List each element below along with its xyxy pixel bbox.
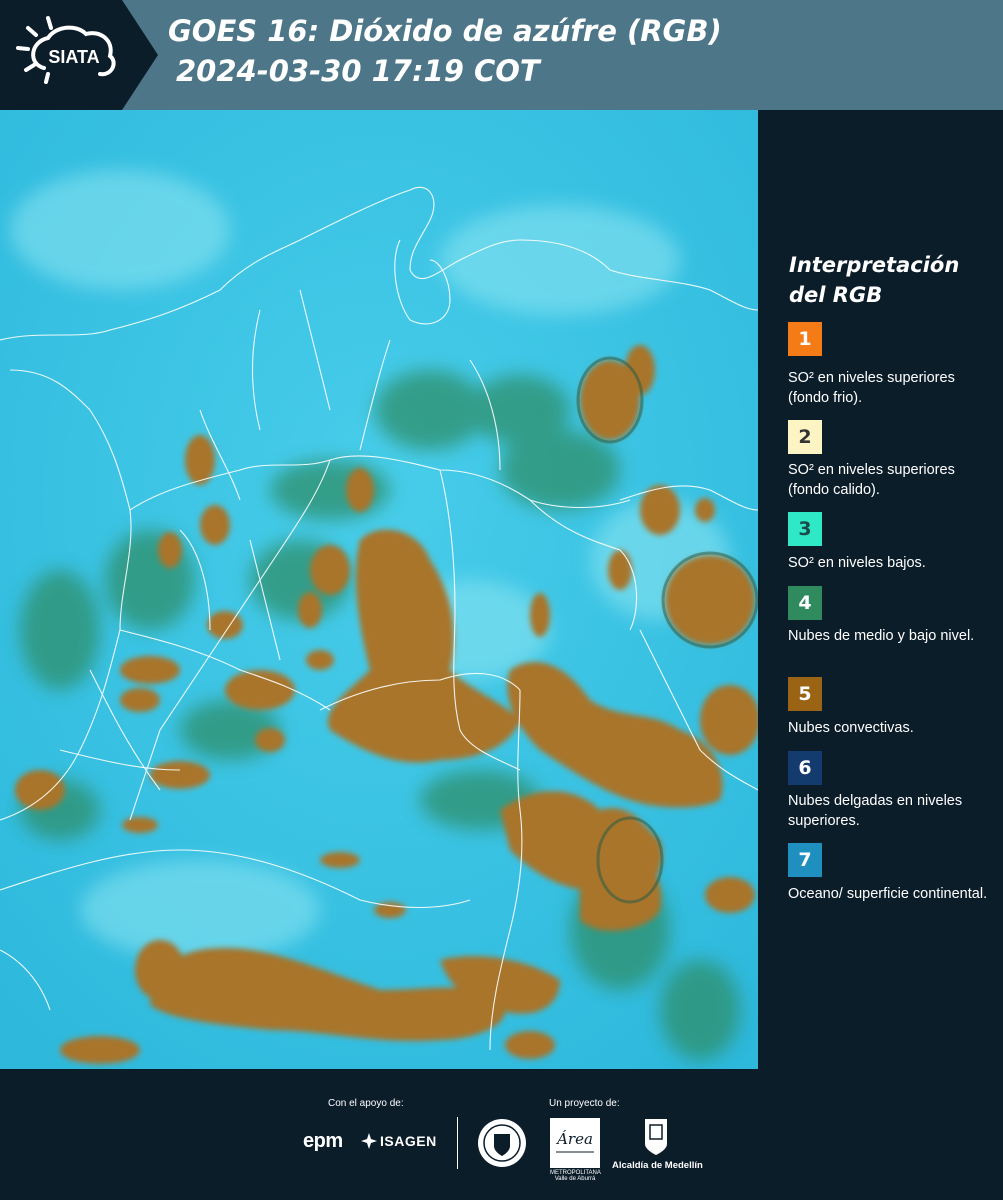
isagen-logo: ISAGEN xyxy=(380,1133,437,1149)
legend-label-1: SO² en niveles superiores (fondo frio). xyxy=(788,370,955,406)
legend-swatch-5: 5 xyxy=(788,677,822,711)
epm-logo: epm xyxy=(303,1130,343,1152)
legend-label-6: Nubes delgadas en niveles superiores. xyxy=(788,793,963,829)
satellite-map[interactable] xyxy=(0,110,758,1069)
footer: Con el apoyo de: Un proyecto de: epm ISA… xyxy=(0,1069,1003,1200)
project-caption: Un proyecto de: xyxy=(549,1098,620,1109)
legend-label-7: Oceano/ superficie continental. xyxy=(788,886,988,902)
logo-panel: SIATA xyxy=(0,0,158,110)
footer-divider xyxy=(457,1117,458,1169)
area-logo-word: Área xyxy=(555,1130,593,1148)
area-metropolitana-caption: METROPOLITANA Valle de Aburrá xyxy=(550,1170,601,1182)
legend-swatch-7: 7 xyxy=(788,843,822,877)
page-timestamp: 2024-03-30 17:19 COT xyxy=(176,54,540,88)
legend-number: 1 xyxy=(798,328,812,350)
isagen-icon xyxy=(361,1133,377,1149)
legend-label-2: SO² en niveles superiores (fondo calido)… xyxy=(788,462,955,498)
legend-swatch-4: 4 xyxy=(788,586,822,620)
legend-swatch-3: 3 xyxy=(788,512,822,546)
legend-number: 7 xyxy=(798,849,812,871)
legend-swatch-6: 6 xyxy=(788,751,822,785)
header-bar: SIATA GOES 16: Dióxido de azúfre (RGB) 2… xyxy=(0,0,1003,110)
alcaldia-medellin-label: Alcaldía de Medellín xyxy=(612,1160,703,1171)
legend-title: Interpretación del RGB xyxy=(789,253,960,307)
medellin-seal-icon xyxy=(478,1119,526,1167)
area-metropolitana-logo: Área xyxy=(550,1118,600,1168)
so2-rgb-imagery xyxy=(0,110,758,1069)
legend-label-3: SO² en niveles bajos. xyxy=(788,555,926,571)
page-title: GOES 16: Dióxido de azúfre (RGB) xyxy=(168,14,722,48)
alcaldia-shield-icon xyxy=(645,1119,667,1155)
legend-swatch-2: 2 xyxy=(788,420,822,454)
legend-number: 3 xyxy=(798,518,812,540)
legend-panel: Interpretación del RGB 1 SO² en niveles … xyxy=(760,110,1003,1069)
legend-number: 4 xyxy=(798,592,812,614)
page: SIATA GOES 16: Dióxido de azúfre (RGB) 2… xyxy=(0,0,1003,1200)
legend-label-4: Nubes de medio y bajo nivel. xyxy=(788,628,975,644)
legend-label-5: Nubes convectivas. xyxy=(788,720,914,736)
siata-logo-icon: SIATA xyxy=(16,16,116,84)
support-caption: Con el apoyo de: xyxy=(328,1098,404,1109)
legend-number: 2 xyxy=(798,426,812,448)
legend-swatch-1: 1 xyxy=(788,322,822,356)
logo-text: SIATA xyxy=(48,47,99,67)
legend-number: 5 xyxy=(798,683,812,705)
area-metropolitana-icon: Área xyxy=(555,1130,594,1153)
legend-number: 6 xyxy=(798,757,812,779)
